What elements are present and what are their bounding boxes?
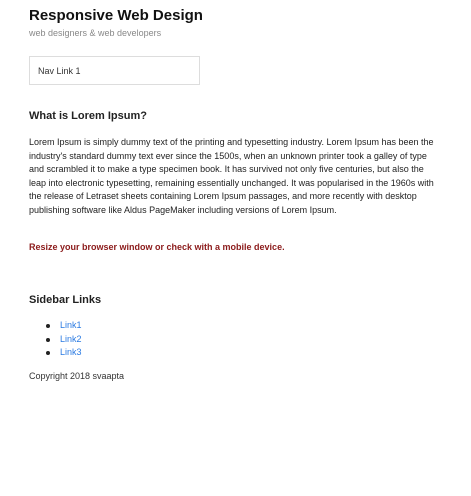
footer-copyright: Copyright 2018 svaapta bbox=[29, 371, 125, 381]
sidebar-list-item: Link2 bbox=[29, 333, 82, 347]
main-heading: What is Lorem Ipsum? bbox=[29, 110, 147, 122]
sidebar-list-item: Link3 bbox=[29, 346, 82, 360]
nav-link-1[interactable]: Nav Link 1 bbox=[38, 66, 81, 76]
bullet-icon bbox=[46, 337, 50, 342]
main-paragraph: Lorem Ipsum is simply dummy text of the … bbox=[29, 137, 434, 215]
sidebar-list-item: Link1 bbox=[29, 319, 82, 333]
sidebar-link-2[interactable]: Link2 bbox=[60, 334, 82, 344]
nav-bar: Nav Link 1 bbox=[29, 56, 200, 85]
bullet-icon bbox=[46, 351, 50, 356]
sidebar-links-list: Link1 Link2 Link3 bbox=[29, 319, 82, 360]
sidebar-link-3[interactable]: Link3 bbox=[60, 347, 82, 357]
site-tagline: web designers & web developers bbox=[29, 28, 162, 38]
bullet-icon bbox=[46, 324, 50, 328]
sidebar-link-1[interactable]: Link1 bbox=[60, 320, 82, 330]
sidebar-heading: Sidebar Links bbox=[29, 294, 102, 306]
resize-notice: Resize your browser window or check with… bbox=[29, 242, 285, 252]
site-title: Responsive Web Design bbox=[29, 7, 203, 24]
